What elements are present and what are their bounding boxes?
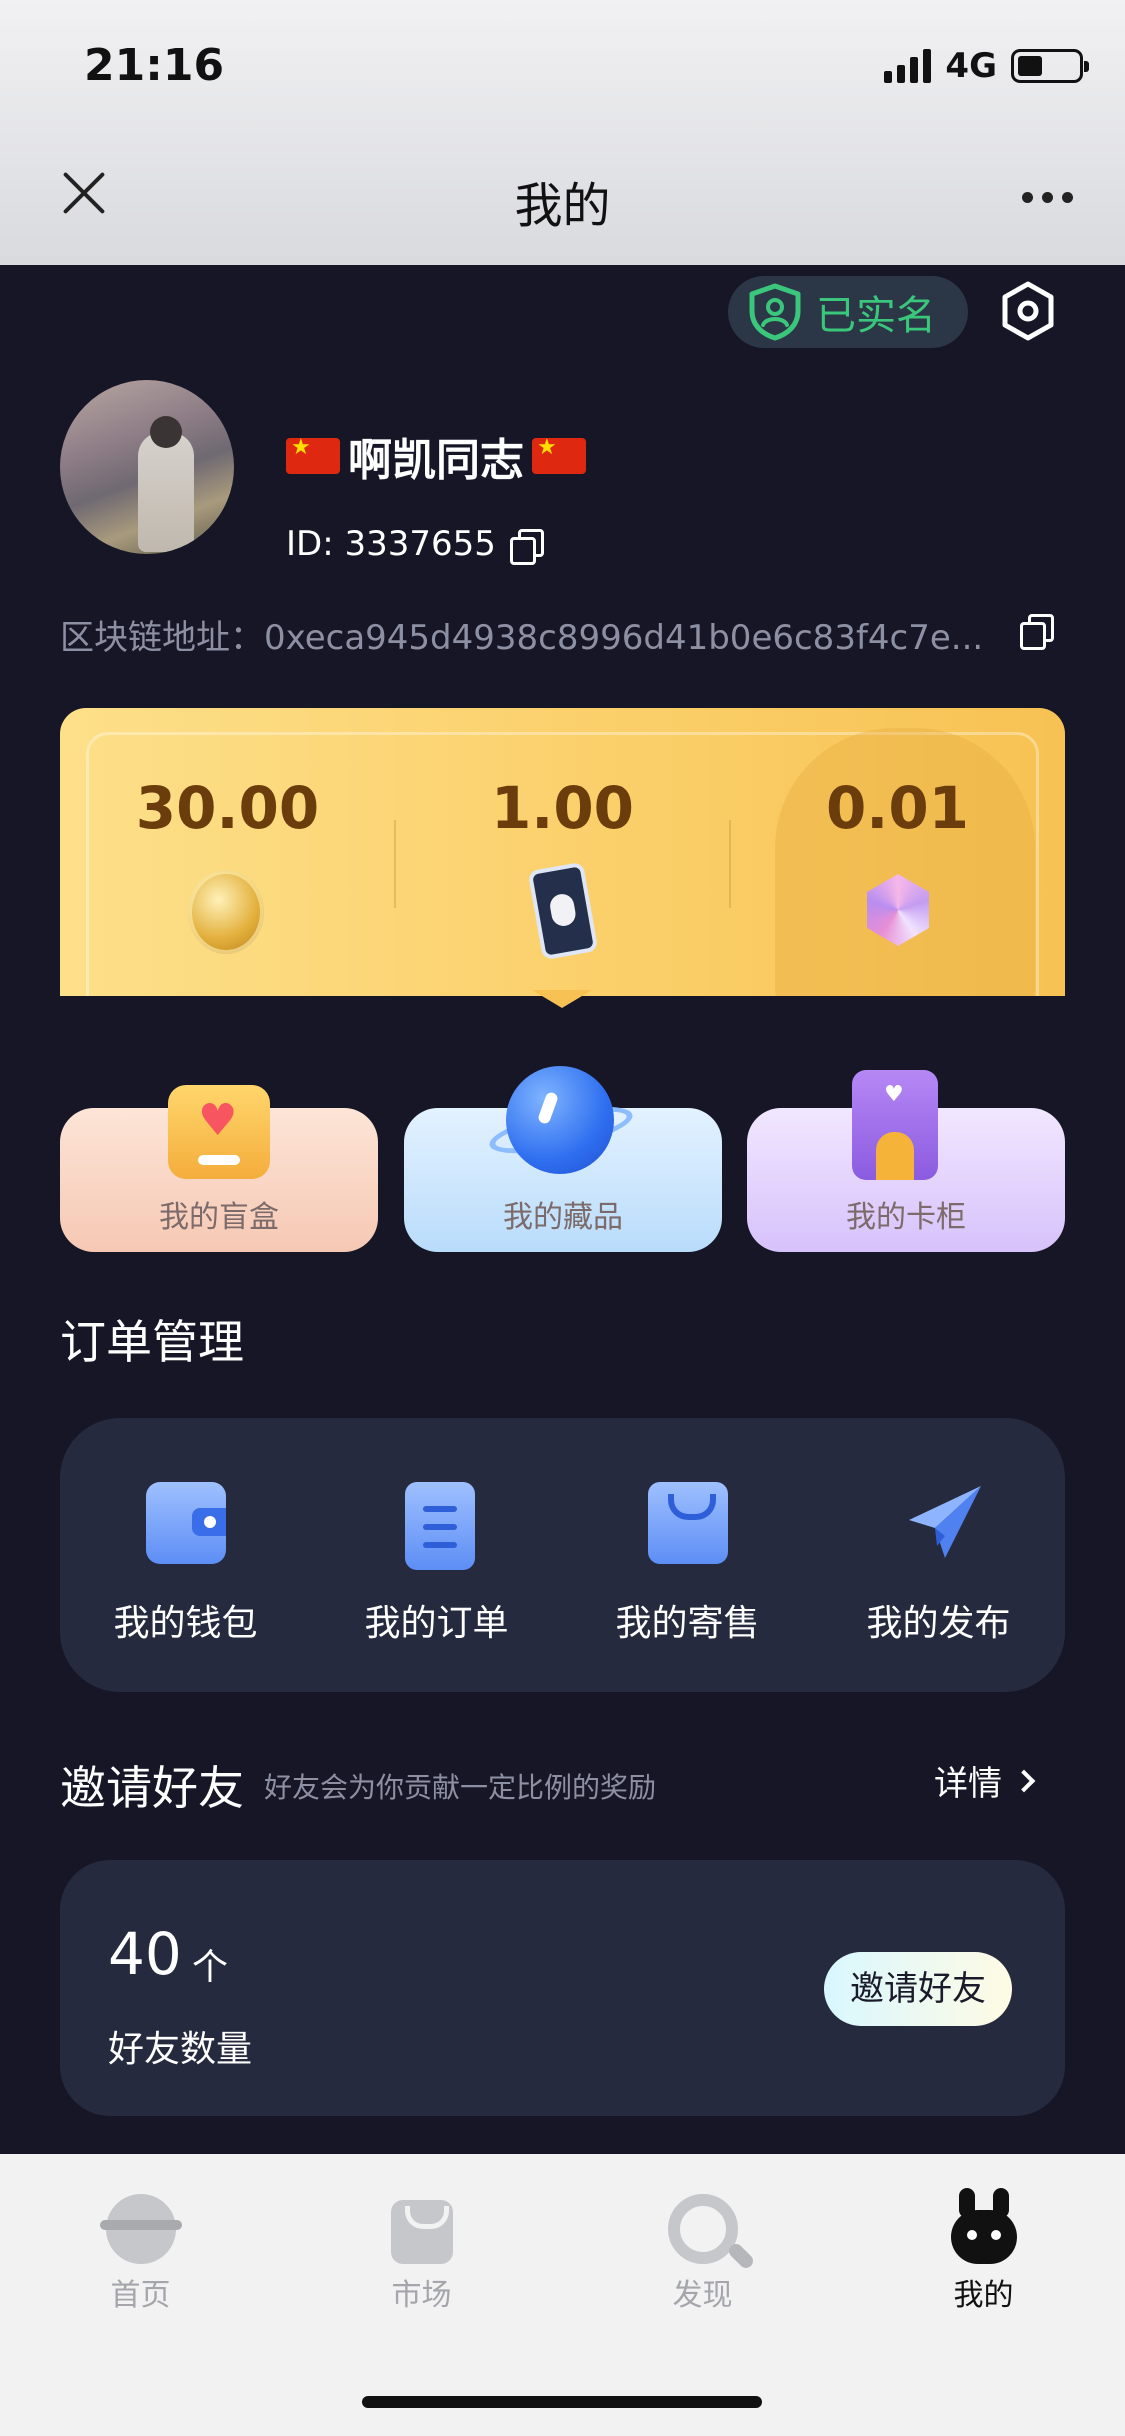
- gem-icon: [867, 874, 929, 946]
- feature-label: 我的卡柜: [846, 1200, 966, 1235]
- shopping-bag-icon: [648, 1482, 728, 1564]
- card-pointer: [532, 990, 592, 1012]
- friend-count-label: 好友数量: [108, 2029, 253, 2070]
- paper-plane-icon: [909, 1486, 981, 1558]
- shield-user-icon: [749, 283, 801, 341]
- rabbit-profile-icon: [951, 2188, 1017, 2264]
- locker-icon: ♥: [852, 1070, 938, 1180]
- verified-badge[interactable]: 已实名: [728, 276, 968, 348]
- username: 啊凯同志: [286, 424, 586, 488]
- china-flag-icon: [286, 435, 340, 474]
- card-icon: [527, 861, 599, 961]
- chevron-right-icon: [1012, 1769, 1036, 1792]
- order-management-card: 我的钱包 我的订单 我的寄售 我的发布: [60, 1418, 1065, 1692]
- coin-icon: [188, 870, 264, 954]
- china-flag-icon: [532, 435, 586, 474]
- feature-label: 我的盲盒: [159, 1200, 279, 1235]
- asset-card-count[interactable]: 1.00: [395, 708, 730, 996]
- detail-label: 详情: [934, 1764, 1002, 1804]
- asset-gem[interactable]: 0.01: [730, 708, 1065, 996]
- tab-mine[interactable]: 我的: [843, 2154, 1124, 2354]
- battery-icon: [1011, 49, 1089, 83]
- network-type: 4G: [945, 46, 997, 86]
- feature-label: 我的藏品: [503, 1200, 623, 1235]
- asset-value: 1.00: [490, 774, 635, 842]
- tab-market[interactable]: 市场: [281, 2154, 562, 2354]
- order-item-label: 我的钱包: [113, 1603, 258, 1644]
- order-management-title: 订单管理: [60, 1315, 244, 1369]
- order-item-label: 我的发布: [866, 1603, 1011, 1644]
- tab-label: 首页: [110, 2278, 171, 2313]
- order-list-icon: [405, 1482, 475, 1570]
- market-bag-icon: [391, 2200, 453, 2264]
- invite-detail-link[interactable]: 详情: [934, 1756, 1036, 1805]
- home-indicator: [362, 2396, 762, 2408]
- gift-box-icon: ♥: [168, 1085, 270, 1179]
- tab-label: 我的: [953, 2278, 1014, 2313]
- top-bar: 21:16 4G 我的: [0, 0, 1125, 265]
- discover-search-icon: [668, 2194, 738, 2264]
- friend-count: 40: [108, 1920, 182, 1988]
- asset-value: 30.00: [135, 774, 320, 842]
- settings-icon[interactable]: [998, 280, 1058, 342]
- wallet-icon: [146, 1482, 226, 1564]
- home-icon: [100, 2194, 182, 2264]
- order-item-label: 我的订单: [364, 1603, 509, 1644]
- user-id: ID: 3337655: [286, 524, 544, 565]
- invite-friends-button[interactable]: 邀请好友: [824, 1952, 1012, 2026]
- tab-label: 市场: [391, 2278, 452, 2313]
- asset-value: 0.01: [825, 774, 970, 842]
- copy-id-icon[interactable]: [509, 529, 544, 565]
- status-indicators: 4G: [884, 46, 1089, 86]
- asset-card: 30.00 1.00 0.01: [60, 708, 1065, 996]
- tab-home[interactable]: 首页: [0, 2154, 281, 2354]
- planet-icon: [506, 1066, 614, 1174]
- my-publish-button[interactable]: 我的发布: [813, 1418, 1064, 1692]
- page-title: 我的: [514, 178, 611, 234]
- my-orders-button[interactable]: 我的订单: [311, 1418, 562, 1692]
- invite-subtitle: 好友会为你贡献一定比例的奖励: [264, 1771, 657, 1804]
- order-item-label: 我的寄售: [615, 1603, 760, 1644]
- tab-label: 发现: [672, 2278, 733, 2313]
- user-id-text: ID: 3337655: [286, 524, 496, 564]
- invite-title: 邀请好友: [60, 1761, 244, 1815]
- blockchain-address: 区块链地址：0xeca945d4938c8996d41b0e6c83f4c7e.…: [60, 618, 984, 658]
- signal-icon: [884, 49, 932, 83]
- username-text: 啊凯同志: [348, 435, 524, 486]
- tab-discover[interactable]: 发现: [562, 2154, 843, 2354]
- verified-label: 已实名: [816, 293, 936, 339]
- status-time: 21:16: [84, 40, 225, 91]
- more-options-icon[interactable]: [1022, 192, 1073, 203]
- avatar[interactable]: [60, 380, 234, 554]
- asset-coin[interactable]: 30.00: [60, 708, 395, 996]
- friend-count-unit: 个: [192, 1947, 229, 1988]
- my-consignment-button[interactable]: 我的寄售: [562, 1418, 813, 1692]
- my-wallet-button[interactable]: 我的钱包: [60, 1418, 311, 1692]
- tab-bar: 首页 市场 发现 我的: [0, 2154, 1125, 2436]
